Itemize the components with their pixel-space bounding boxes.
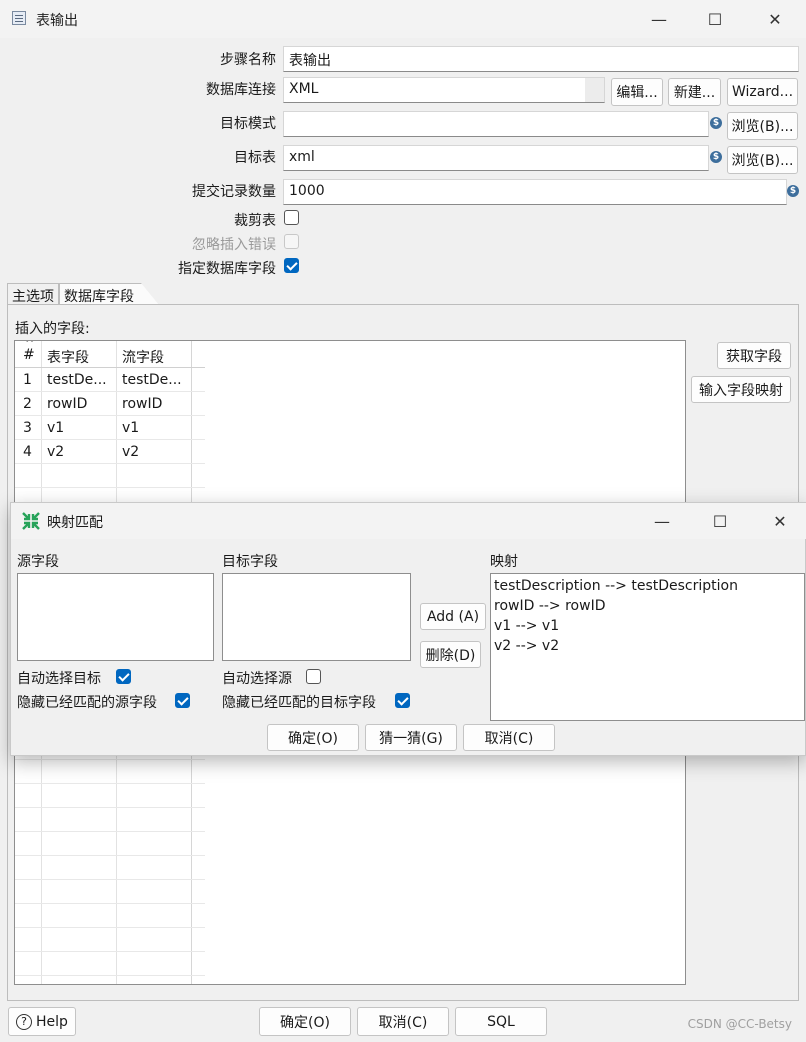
ignore-errors-checkbox[interactable] — [284, 234, 299, 249]
mappings-list[interactable]: testDescription --> testDescription rowI… — [490, 573, 805, 721]
dialog-ok-button[interactable]: 确定(O) — [267, 724, 359, 751]
new-connection-button[interactable]: 新建... — [668, 78, 721, 106]
mapping-dialog: 映射匹配 — ☐ ✕ 源字段 目标字段 映射 Add (A) 删除(D) tes… — [10, 502, 806, 756]
column-header-table-field[interactable]: 表字段 — [47, 347, 89, 367]
target-schema-label: 目标模式 — [220, 116, 276, 132]
auto-select-source-checkbox[interactable] — [306, 669, 321, 684]
db-connection-label: 数据库连接 — [206, 82, 276, 98]
help-button[interactable]: ? Help — [8, 1007, 76, 1036]
target-schema-input[interactable] — [283, 111, 709, 137]
mapping-item[interactable]: v2 --> v2 — [494, 636, 801, 656]
target-fields-label: 目标字段 — [222, 554, 278, 570]
dialog-title-bar: 映射匹配 — ☐ ✕ — [11, 503, 806, 539]
target-table-input[interactable]: xml — [283, 145, 709, 171]
dialog-title: 映射匹配 — [47, 515, 103, 531]
input-field-mapping-button[interactable]: 输入字段映射 — [691, 376, 791, 403]
mapping-item[interactable]: testDescription --> testDescription — [494, 576, 801, 596]
stream-field-cell[interactable]: rowID — [122, 396, 162, 412]
stream-field-cell[interactable]: v2 — [122, 444, 139, 460]
edit-connection-button[interactable]: 编辑... — [611, 78, 663, 106]
step-name-label: 步骤名称 — [220, 52, 276, 68]
delete-mapping-button[interactable]: 删除(D) — [420, 641, 481, 668]
source-fields-list[interactable] — [17, 573, 214, 661]
stream-field-cell[interactable]: testDe... — [122, 372, 188, 388]
variable-icon: $ — [787, 185, 799, 197]
add-mapping-button[interactable]: Add (A) — [420, 603, 486, 630]
mapping-item[interactable]: rowID --> rowID — [494, 596, 801, 616]
target-fields-list[interactable] — [222, 573, 411, 661]
guess-button[interactable]: 猜一猜(G) — [365, 724, 457, 751]
dialog-maximize-button[interactable]: ☐ — [697, 503, 743, 539]
hide-matched-target-label: 隐藏已经匹配的目标字段 — [222, 695, 376, 711]
specify-fields-checkbox[interactable] — [284, 258, 299, 273]
commit-size-input[interactable]: 1000 — [283, 179, 787, 205]
ignore-errors-label: 忽略插入错误 — [192, 237, 276, 253]
dropdown-arrow-icon[interactable] — [585, 78, 604, 102]
close-button[interactable]: ✕ — [752, 0, 798, 38]
variable-icon: $ — [710, 151, 722, 163]
dialog-minimize-button[interactable]: — — [639, 503, 685, 539]
minimize-button[interactable]: — — [636, 0, 682, 38]
column-header-num[interactable]: # — [23, 347, 35, 363]
table-field-cell[interactable]: testDe... — [47, 372, 113, 388]
truncate-table-checkbox[interactable] — [284, 210, 299, 225]
ok-button[interactable]: 确定(O) — [259, 1007, 351, 1036]
cancel-button[interactable]: 取消(C) — [357, 1007, 449, 1036]
help-icon: ? — [16, 1013, 33, 1030]
mapping-item[interactable]: v1 --> v1 — [494, 616, 801, 636]
window-title: 表输出 — [36, 13, 78, 29]
hide-matched-source-checkbox[interactable] — [175, 693, 190, 708]
maximize-button[interactable]: ☐ — [692, 0, 738, 38]
db-connection-select[interactable]: XML — [283, 77, 605, 103]
browse-table-button[interactable]: 浏览(B)... — [727, 146, 798, 174]
column-header-stream-field[interactable]: 流字段 — [122, 347, 164, 367]
auto-select-source-label: 自动选择源 — [222, 671, 292, 687]
dialog-close-button[interactable]: ✕ — [757, 503, 803, 539]
table-field-cell[interactable]: rowID — [47, 396, 87, 412]
hide-matched-target-checkbox[interactable] — [395, 693, 410, 708]
title-bar: 表输出 — ☐ ✕ — [0, 0, 806, 38]
row-number: 4 — [23, 444, 32, 460]
watermark: CSDN @CC-Betsy — [687, 1017, 792, 1031]
dialog-cancel-button[interactable]: 取消(C) — [463, 724, 555, 751]
get-fields-button[interactable]: 获取字段 — [717, 342, 791, 369]
tab-database-fields[interactable]: 数据库字段 — [59, 283, 159, 305]
tab-main-options[interactable]: 主选项 — [7, 283, 59, 305]
table-field-cell[interactable]: v1 — [47, 420, 64, 436]
help-label: Help — [36, 1013, 68, 1030]
auto-select-target-label: 自动选择目标 — [17, 671, 101, 687]
table-output-icon — [12, 11, 26, 25]
auto-select-target-checkbox[interactable] — [116, 669, 131, 684]
sql-button[interactable]: SQL — [455, 1007, 547, 1036]
commit-size-label: 提交记录数量 — [192, 184, 276, 200]
mappings-label: 映射 — [490, 554, 518, 570]
row-number: 1 — [23, 372, 32, 388]
stream-field-cell[interactable]: v1 — [122, 420, 139, 436]
variable-icon: $ — [710, 117, 722, 129]
step-name-input[interactable]: 表输出 — [283, 46, 799, 72]
mapping-icon — [22, 512, 40, 530]
browse-schema-button[interactable]: 浏览(B)... — [727, 112, 798, 140]
row-number: 2 — [23, 396, 32, 412]
wizard-button[interactable]: Wizard... — [727, 78, 798, 106]
source-fields-label: 源字段 — [17, 554, 59, 570]
insert-fields-label: 插入的字段: — [15, 321, 90, 337]
table-field-cell[interactable]: v2 — [47, 444, 64, 460]
row-number: 3 — [23, 420, 32, 436]
truncate-table-label: 裁剪表 — [234, 213, 276, 229]
target-table-label: 目标表 — [234, 150, 276, 166]
hide-matched-source-label: 隐藏已经匹配的源字段 — [17, 695, 157, 711]
specify-fields-label: 指定数据库字段 — [178, 261, 276, 277]
